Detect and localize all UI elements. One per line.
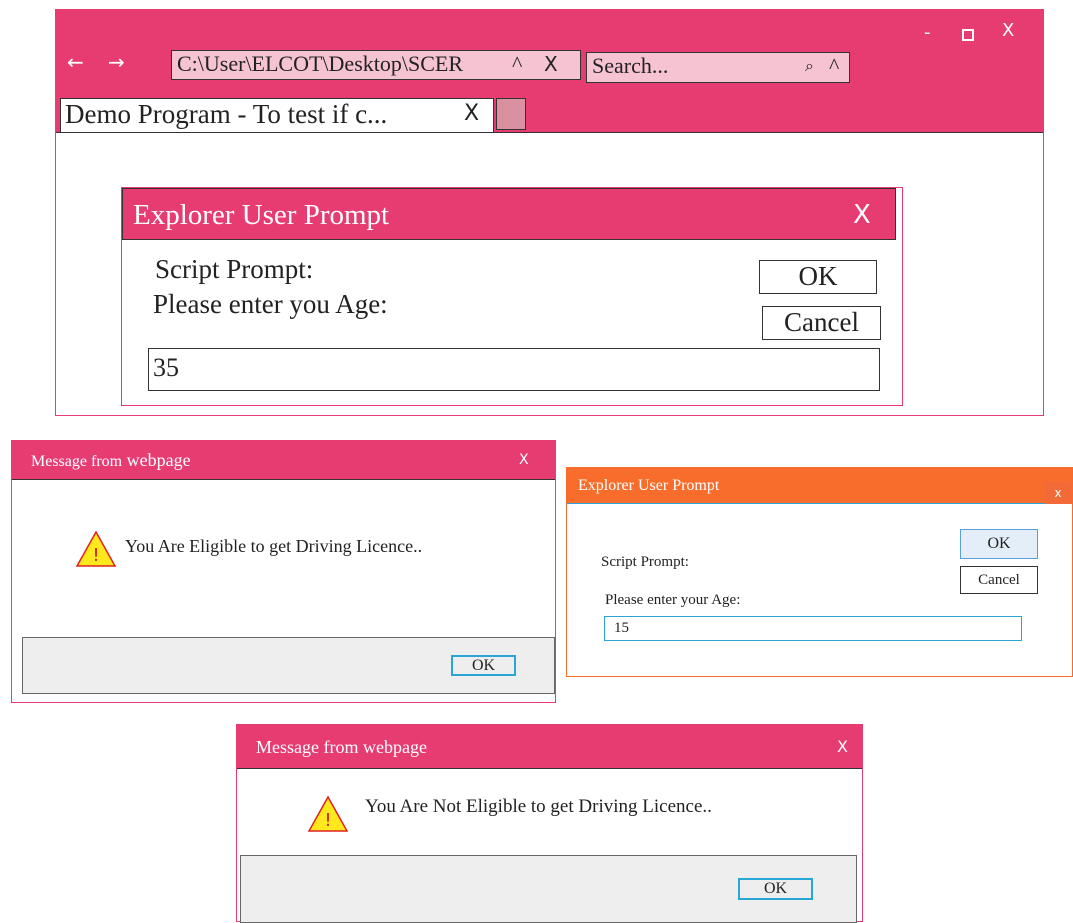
dialog-title: Explorer User Prompt (133, 199, 390, 231)
browser-toolbar: - X ← → C:\User\ELCOT\Desktop\SCER ^ X S… (56, 10, 1043, 133)
back-arrow-icon[interactable]: ← (67, 50, 84, 74)
age-question-label: Please enter you Age: (153, 289, 388, 319)
message-box-not-eligible: Message from webpage X ! You Are Not Eli… (236, 724, 863, 923)
script-prompt-label: Script Prompt: (155, 254, 314, 284)
warning-icon: ! (307, 795, 349, 832)
browser-window: - X ← → C:\User\ELCOT\Desktop\SCER ^ X S… (55, 9, 1044, 416)
address-dropdown-icon[interactable]: ^ (512, 51, 522, 77)
dialog-close-icon[interactable]: X (853, 189, 871, 241)
message-text: You Are Not Eligible to get Driving Lice… (365, 796, 712, 817)
explorer-user-prompt-dialog-2: Explorer User Prompt x Script Prompt: OK… (566, 467, 1073, 677)
script-prompt-label: Script Prompt: (601, 554, 689, 570)
forward-arrow-icon[interactable]: → (108, 50, 125, 74)
ok-button[interactable]: OK (960, 529, 1038, 559)
message-box-eligible: Message from webpage X ! You Are Eligibl… (11, 440, 556, 703)
message-close-icon[interactable]: X (519, 441, 529, 480)
message-title-suffix: webpage (122, 450, 191, 470)
close-button[interactable]: X (1002, 20, 1014, 41)
address-value: C:\User\ELCOT\Desktop\SCER (177, 51, 463, 76)
minimize-button[interactable]: - (924, 22, 931, 43)
search-box[interactable]: Search... ⌕ ^ (586, 52, 850, 83)
message-text: You Are Eligible to get Driving Licence.… (125, 536, 423, 556)
search-dropdown-icon[interactable]: ^ (829, 53, 839, 79)
svg-text:!: ! (324, 810, 331, 831)
ok-button[interactable]: OK (738, 878, 813, 900)
cancel-button[interactable]: Cancel (960, 566, 1038, 594)
dialog-titlebar: Explorer User Prompt (567, 468, 1072, 504)
message-title-prefix: Message from (31, 453, 123, 470)
cancel-button[interactable]: Cancel (762, 306, 881, 340)
address-bar[interactable]: C:\User\ELCOT\Desktop\SCER ^ X (171, 50, 581, 80)
explorer-user-prompt-dialog: Explorer User Prompt X Script Prompt: Pl… (121, 187, 903, 406)
age-input[interactable]: 15 (604, 616, 1022, 641)
warning-icon: ! (75, 530, 117, 567)
address-clear-icon[interactable]: X (544, 51, 558, 77)
dialog-titlebar: Explorer User Prompt X (122, 188, 896, 240)
age-input[interactable]: 35 (148, 348, 880, 391)
message-footer: OK (240, 855, 857, 923)
search-placeholder: Search... (592, 53, 669, 78)
message-footer: OK (22, 637, 555, 694)
maximize-button[interactable] (962, 29, 974, 41)
dialog-close-icon[interactable]: x (1045, 482, 1071, 504)
message-titlebar: Message from webpage X (237, 725, 862, 769)
tab-label: Demo Program - To test if c... (65, 99, 388, 129)
message-title: Message from webpage (256, 737, 427, 757)
tab-demo-program[interactable]: Demo Program - To test if c... X (60, 98, 494, 133)
message-close-icon[interactable]: X (837, 725, 848, 769)
search-icon[interactable]: ⌕ (805, 53, 814, 79)
new-tab-button[interactable] (496, 98, 526, 130)
message-titlebar: Message from webpage X (12, 441, 555, 480)
tab-close-icon[interactable]: X (464, 99, 479, 129)
svg-text:!: ! (92, 545, 99, 566)
ok-button[interactable]: OK (451, 655, 516, 676)
dialog-title: Explorer User Prompt (578, 477, 720, 494)
ok-button[interactable]: OK (759, 260, 877, 294)
age-question-label: Please enter your Age: (605, 592, 741, 608)
